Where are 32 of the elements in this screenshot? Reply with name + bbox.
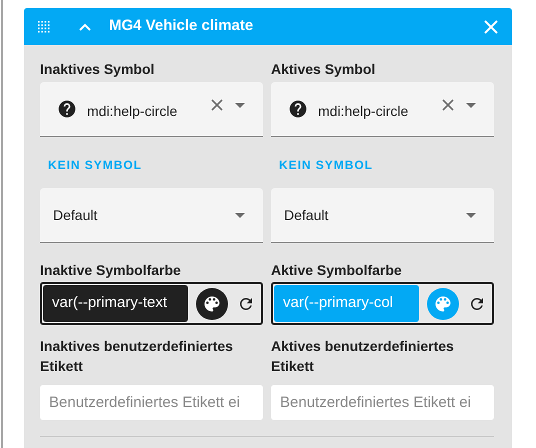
style-select-field[interactable]: Default	[271, 188, 494, 243]
card-title: MG4 Vehicle climate	[109, 16, 254, 36]
field-label: Aktive Symbolfarbe	[271, 261, 403, 280]
collapse-icon[interactable]	[79, 22, 91, 30]
dropdown-caret-icon	[235, 212, 245, 218]
color-field[interactable]: var(--primary-text	[40, 282, 263, 325]
style-select-field[interactable]: Default	[40, 188, 263, 243]
field-label: Aktives Symbol	[271, 60, 376, 79]
palette-icon	[202, 294, 222, 314]
select-value: Default	[53, 206, 98, 224]
icon-select-field[interactable]: mdi:help-circle	[40, 82, 263, 137]
color-value-chip: var(--primary-text	[43, 285, 188, 322]
field-label: Inaktive Symbolfarbe	[40, 261, 182, 280]
select-value: Default	[284, 206, 330, 224]
icon-value: mdi:help-circle	[87, 102, 178, 121]
field-label: Aktives benutzerdefiniertes Etikett	[271, 337, 455, 376]
clear-icon[interactable]	[211, 99, 223, 111]
close-icon[interactable]	[484, 20, 498, 34]
drag-handle-icon[interactable]	[38, 20, 50, 32]
dropdown-caret-icon	[235, 102, 245, 108]
icon-value: mdi:help-circle	[318, 102, 410, 121]
dropdown-caret-icon	[466, 102, 476, 108]
field-label: Inaktives Symbol	[40, 60, 156, 79]
clear-icon[interactable]	[442, 99, 454, 111]
palette-icon	[433, 294, 453, 314]
icon-select-field[interactable]: mdi:help-circle	[271, 82, 494, 137]
custom-label-input[interactable]: Benutzerdefiniertes Etikett ei	[40, 385, 263, 420]
field-label: Inaktives benutzerdefiniertes Etikett	[40, 337, 234, 376]
color-value-chip: var(--primary-col	[274, 285, 419, 322]
palette-button[interactable]	[196, 288, 228, 320]
custom-label-input[interactable]: Benutzerdefiniertes Etikett ei	[271, 385, 494, 420]
dropdown-caret-icon	[466, 212, 476, 218]
